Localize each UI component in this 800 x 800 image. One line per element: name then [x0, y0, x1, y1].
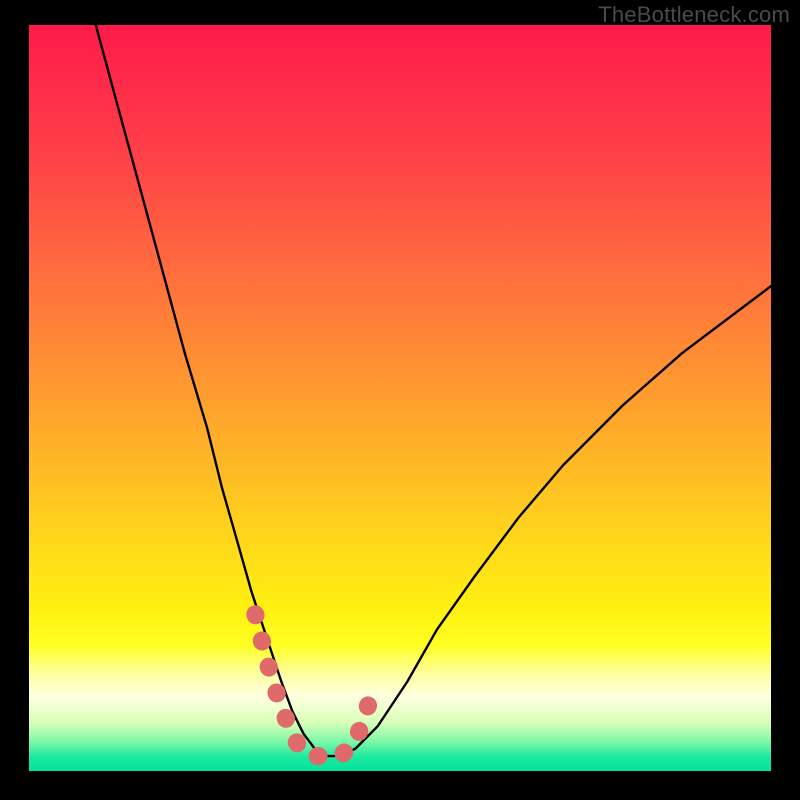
accent-stroke	[255, 614, 374, 756]
chart-stage: TheBottleneck.com	[0, 0, 800, 800]
accent-segment	[255, 614, 374, 756]
curve-layer	[29, 25, 771, 771]
bottleneck-curve	[96, 25, 771, 756]
plot-area	[29, 25, 771, 771]
